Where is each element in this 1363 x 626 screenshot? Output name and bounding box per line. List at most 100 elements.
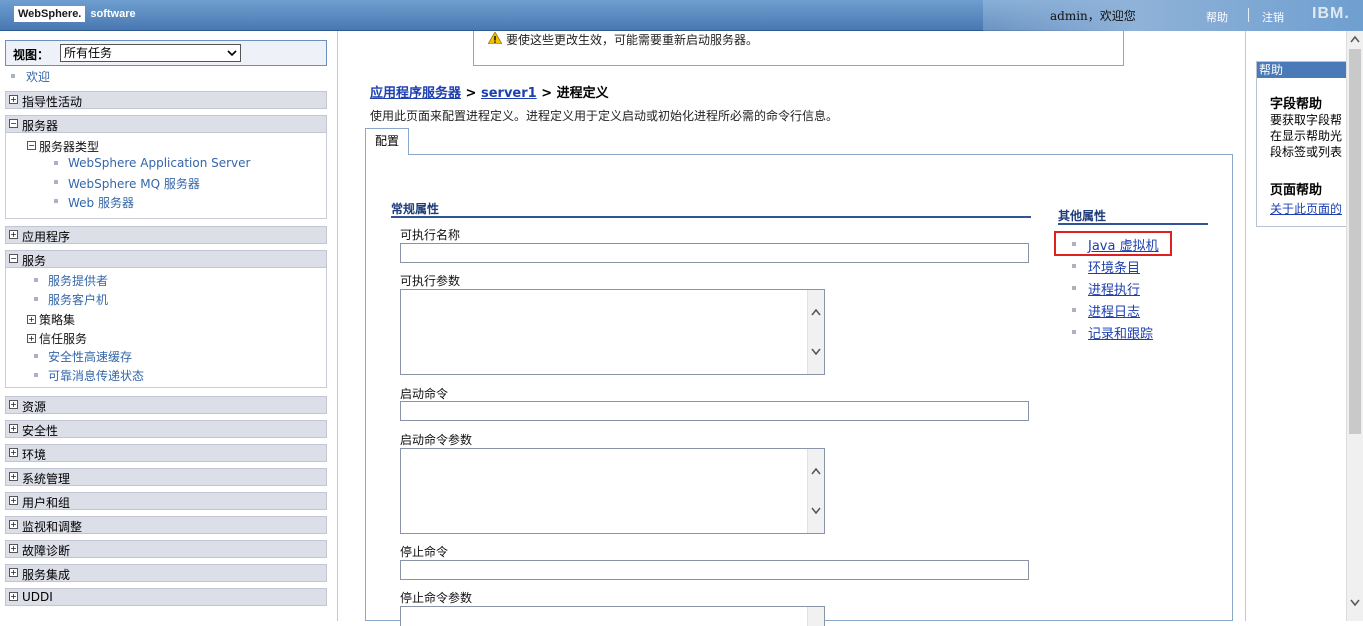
scroll-up-icon[interactable] xyxy=(811,308,821,316)
page-scrollbar[interactable] xyxy=(1346,31,1363,621)
nav-group-environment[interactable]: + 环境 xyxy=(5,444,327,462)
nav-trust-services[interactable]: 信任服务 xyxy=(39,330,87,347)
expand-icon[interactable]: + xyxy=(9,95,18,104)
link-process-execution[interactable]: 进程执行 xyxy=(1088,279,1140,298)
nav-group-label: 服务 xyxy=(22,254,47,268)
chevron-down-icon xyxy=(227,50,237,57)
nav-reliable-messaging[interactable]: 可靠消息传递状态 xyxy=(48,367,144,384)
link-env-entries[interactable]: 环境条目 xyxy=(1088,257,1140,276)
start-cmd-input[interactable] xyxy=(400,401,1029,421)
nav-group-security[interactable]: + 安全性 xyxy=(5,420,327,438)
collapse-icon[interactable]: − xyxy=(9,119,18,128)
nav-service-providers[interactable]: 服务提供者 xyxy=(48,272,108,289)
nav-group-label: 指导性活动 xyxy=(22,95,83,109)
start-cmd-label: 启动命令 xyxy=(400,387,449,401)
nav-welcome[interactable]: 欢迎 xyxy=(26,68,50,85)
nav-group-applications[interactable]: + 应用程序 xyxy=(5,226,327,244)
collapse-icon[interactable]: − xyxy=(27,141,36,150)
bullet-icon xyxy=(1072,308,1076,312)
nav-group-monitoring[interactable]: + 监视和调整 xyxy=(5,516,327,534)
expand-icon[interactable]: + xyxy=(9,472,18,481)
top-banner: WebSphere. software admin，欢迎您 帮助 注销 IBM. xyxy=(0,0,1363,31)
exec-args-textarea[interactable] xyxy=(400,289,825,375)
bullet-icon xyxy=(1072,286,1076,290)
stop-args-textarea[interactable] xyxy=(400,606,825,626)
nav-server-types[interactable]: 服务器类型 xyxy=(39,138,99,155)
expand-icon[interactable]: + xyxy=(9,544,18,553)
breadcrumb-server-link[interactable]: server1 xyxy=(481,86,537,101)
help-link[interactable]: 帮助 xyxy=(1206,9,1228,25)
breadcrumb-app-servers-link[interactable]: 应用程序服务器 xyxy=(370,86,461,101)
nav-group-label: 资源 xyxy=(22,400,47,414)
nav-group-sysadmin[interactable]: + 系统管理 xyxy=(5,468,327,486)
section-divider xyxy=(1058,223,1208,225)
expand-icon[interactable]: + xyxy=(9,592,18,601)
view-select[interactable]: 所有任务 xyxy=(60,44,241,62)
exec-name-input[interactable] xyxy=(400,243,1029,263)
collapse-icon[interactable]: − xyxy=(9,254,18,263)
expand-icon[interactable]: + xyxy=(9,568,18,577)
scrollbar-thumb[interactable] xyxy=(1349,49,1361,434)
nav-security-cache[interactable]: 安全性高速缓存 xyxy=(48,348,132,365)
tab-configuration[interactable]: 配置 xyxy=(365,128,409,155)
ibm-logo: IBM. xyxy=(1312,5,1350,22)
nav-group-label: 环境 xyxy=(22,448,47,462)
textarea-scrollbar[interactable] xyxy=(807,290,824,374)
field-help-text: 要获取字段帮 xyxy=(1270,113,1343,127)
bullet-icon xyxy=(54,199,58,203)
expand-icon[interactable]: + xyxy=(9,496,18,505)
message-box: 要使这些更改生效，可能需要重新启动服务器。 xyxy=(473,31,1124,66)
breadcrumb-separator: > xyxy=(465,86,477,101)
bullet-icon xyxy=(11,74,15,78)
brand-logo: WebSphere. software xyxy=(14,4,136,24)
nav-group-servers[interactable]: − 服务器 − 服务器类型 WebSphere Application Serve… xyxy=(5,115,327,219)
scroll-up-icon[interactable] xyxy=(811,467,821,475)
nav-group-label: 应用程序 xyxy=(22,230,71,244)
expand-icon[interactable]: + xyxy=(9,424,18,433)
scroll-down-icon[interactable] xyxy=(811,507,821,515)
scroll-down-icon[interactable] xyxy=(1350,599,1360,607)
header-divider xyxy=(1248,8,1249,22)
start-args-textarea[interactable] xyxy=(400,448,825,534)
bullet-icon xyxy=(1072,264,1076,268)
start-args-label: 启动命令参数 xyxy=(400,433,473,447)
nav-group-users-groups[interactable]: + 用户和组 xyxy=(5,492,327,510)
textarea-scrollbar[interactable] xyxy=(807,449,824,533)
nav-websphere-mq[interactable]: WebSphere MQ 服务器 xyxy=(68,175,200,192)
nav-group-resources[interactable]: + 资源 xyxy=(5,396,327,414)
nav-websphere-app-server[interactable]: WebSphere Application Server xyxy=(68,156,250,170)
nav-group-uddi[interactable]: + UDDI xyxy=(5,588,327,606)
page-help-link[interactable]: 关于此页面的 xyxy=(1270,200,1342,217)
link-logging-tracing[interactable]: 记录和跟踪 xyxy=(1088,323,1153,342)
stop-cmd-input[interactable] xyxy=(400,560,1029,580)
nav-group-label: 服务器 xyxy=(22,119,59,133)
general-properties-title: 常规属性 xyxy=(391,202,440,216)
bullet-icon xyxy=(54,161,58,165)
link-process-logs[interactable]: 进程日志 xyxy=(1088,301,1140,320)
view-selected-value: 所有任务 xyxy=(64,46,113,60)
field-help-text: 在显示帮助光 xyxy=(1270,129,1343,143)
nav-group-integration[interactable]: + 服务集成 xyxy=(5,564,327,582)
help-box: 帮助 字段帮助 要获取字段帮 在显示帮助光 段标签或列表 页面帮助 关于此页面的 xyxy=(1256,61,1352,227)
expand-icon[interactable]: + xyxy=(9,400,18,409)
nav-web-servers[interactable]: Web 服务器 xyxy=(68,194,134,211)
nav-group-guided[interactable]: + 指导性活动 xyxy=(5,91,327,109)
expand-icon[interactable]: + xyxy=(9,230,18,239)
nav-group-label: 用户和组 xyxy=(22,496,71,510)
logout-link[interactable]: 注销 xyxy=(1262,9,1284,25)
scroll-down-icon[interactable] xyxy=(811,348,821,356)
expand-icon[interactable]: + xyxy=(9,448,18,457)
nav-group-troubleshooting[interactable]: + 故障诊断 xyxy=(5,540,327,558)
textarea-scrollbar[interactable] xyxy=(807,607,824,626)
warning-icon xyxy=(488,32,502,44)
stop-cmd-label: 停止命令 xyxy=(400,545,449,559)
nav-service-clients[interactable]: 服务客户机 xyxy=(48,291,108,308)
nav-policy-sets[interactable]: 策略集 xyxy=(39,311,75,328)
scroll-up-icon[interactable] xyxy=(1350,35,1360,43)
nav-group-services[interactable]: − 服务 服务提供者 服务客户机 + 策略集 + 信任服务 安全性高速缓存 可靠消… xyxy=(5,250,327,388)
expand-icon[interactable]: + xyxy=(27,315,36,324)
expand-icon[interactable]: + xyxy=(9,520,18,529)
nav-group-label: 故障诊断 xyxy=(22,544,71,558)
page-description: 使用此页面来配置进程定义。进程定义用于定义启动或初始化进程所必需的命令行信息。 xyxy=(370,109,839,123)
expand-icon[interactable]: + xyxy=(27,334,36,343)
